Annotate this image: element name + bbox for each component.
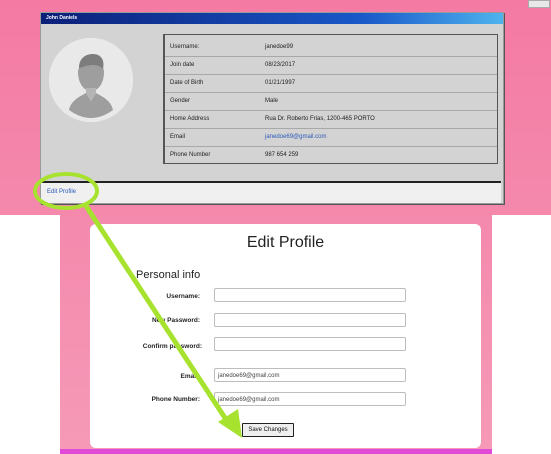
arrow-icon	[83, 203, 242, 438]
annotation-overlay	[33, 172, 242, 438]
highlight-ellipse-icon	[33, 172, 99, 210]
